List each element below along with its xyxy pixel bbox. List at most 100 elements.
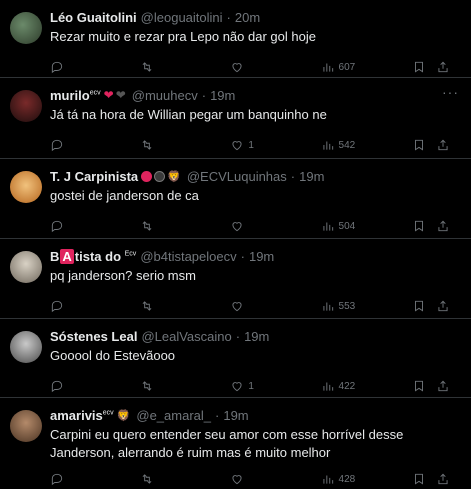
action-bar: 1 422 bbox=[50, 371, 461, 401]
heart-icon bbox=[232, 382, 242, 392]
like-button[interactable] bbox=[230, 219, 320, 233]
author-name[interactable]: Sóstenes Leal bbox=[50, 329, 137, 344]
bookmark-icon bbox=[414, 61, 423, 73]
retweet-button[interactable] bbox=[140, 299, 230, 313]
views-button[interactable]: 553 bbox=[321, 299, 412, 313]
retweet-button[interactable] bbox=[140, 379, 230, 393]
author-name[interactable]: Léo Guaitolini bbox=[50, 10, 137, 25]
share-button[interactable] bbox=[436, 60, 461, 74]
bookmark-button[interactable] bbox=[412, 60, 437, 74]
lion-icon: 🦁 bbox=[167, 170, 181, 183]
tweet[interactable]: Sóstenes Leal @LealVascaino · 19m Gooool… bbox=[0, 319, 471, 398]
author-handle[interactable]: @LealVascaino bbox=[141, 329, 231, 344]
action-bar: 504 bbox=[50, 211, 461, 241]
reply-button[interactable] bbox=[50, 379, 140, 393]
author-handle[interactable]: @ECVLuquinhas bbox=[187, 169, 287, 184]
heart-icon bbox=[232, 141, 242, 151]
author-handle[interactable]: @leoguaitolini bbox=[141, 10, 223, 25]
bookmark-button[interactable] bbox=[412, 472, 437, 486]
author-name[interactable]: B Atista do Ecv bbox=[50, 248, 136, 264]
bookmark-button[interactable] bbox=[412, 138, 437, 152]
author-name[interactable]: T. J Carpinista bbox=[50, 169, 138, 184]
views-button[interactable]: 428 bbox=[321, 472, 412, 486]
author-handle[interactable]: @muuhecv bbox=[132, 88, 198, 103]
reply-button[interactable] bbox=[50, 299, 140, 313]
share-icon bbox=[438, 61, 448, 73]
tweet[interactable]: amarivisecv 🦁 @e_amaral_ · 19m Carpini e… bbox=[0, 398, 471, 489]
action-bar: 1 542 bbox=[50, 130, 461, 160]
retweet-button[interactable] bbox=[140, 60, 230, 74]
avatar[interactable] bbox=[10, 331, 42, 363]
tweet[interactable]: Léo Guaitolini @leoguaitolini · 20m Reza… bbox=[0, 0, 471, 78]
views-button[interactable]: 504 bbox=[321, 219, 412, 233]
retweet-icon bbox=[142, 381, 152, 391]
name-badges: ❤ ❤ bbox=[104, 88, 128, 102]
heart-icon bbox=[232, 302, 242, 312]
bookmark-button[interactable] bbox=[412, 379, 437, 393]
views-icon bbox=[322, 302, 333, 311]
author-name[interactable]: amarivisecv bbox=[50, 408, 114, 423]
reply-icon bbox=[51, 220, 63, 233]
views-icon bbox=[322, 222, 333, 231]
avatar[interactable] bbox=[10, 90, 42, 122]
retweet-button[interactable] bbox=[140, 219, 230, 233]
share-button[interactable] bbox=[436, 472, 461, 486]
reply-button[interactable] bbox=[50, 219, 140, 233]
avatar[interactable] bbox=[10, 12, 42, 44]
heart-icon bbox=[232, 475, 242, 485]
reply-icon bbox=[51, 473, 63, 486]
separator: · bbox=[235, 328, 241, 344]
views-button[interactable]: 422 bbox=[321, 379, 412, 393]
timestamp[interactable]: 20m bbox=[235, 10, 260, 25]
avatar[interactable] bbox=[10, 410, 42, 442]
timeline-feed: Léo Guaitolini @leoguaitolini · 20m Reza… bbox=[0, 0, 471, 489]
reply-icon bbox=[51, 139, 63, 152]
action-bar: 553 bbox=[50, 291, 461, 321]
like-button[interactable] bbox=[230, 472, 320, 486]
retweet-button[interactable] bbox=[140, 138, 230, 152]
like-button[interactable]: 1 bbox=[230, 138, 320, 152]
views-button[interactable]: 542 bbox=[321, 138, 412, 152]
avatar[interactable] bbox=[10, 251, 42, 283]
retweet-button[interactable] bbox=[140, 472, 230, 486]
author-name[interactable]: muriloecv bbox=[50, 88, 101, 103]
bookmark-icon bbox=[414, 473, 423, 485]
more-options-icon[interactable]: ··· bbox=[442, 84, 459, 100]
timestamp[interactable]: 19m bbox=[244, 329, 269, 344]
red-circle-icon bbox=[141, 170, 153, 182]
reply-button[interactable] bbox=[50, 60, 140, 74]
tweet[interactable]: ··· muriloecv ❤ ❤ @muuhecv · 19m Já tá n… bbox=[0, 78, 471, 159]
tweet[interactable]: T. J Carpinista 🦁 @ECVLuquinhas · 19m go… bbox=[0, 159, 471, 239]
share-button[interactable] bbox=[436, 299, 461, 313]
like-button[interactable] bbox=[230, 299, 320, 313]
reply-button[interactable] bbox=[50, 138, 140, 152]
share-button[interactable] bbox=[436, 138, 461, 152]
like-button[interactable]: 1 bbox=[230, 379, 320, 393]
reply-button[interactable] bbox=[50, 472, 140, 486]
timestamp[interactable]: 19m bbox=[299, 169, 324, 184]
tweet[interactable]: B Atista do Ecv @b4tistapeloecv · 19m pq … bbox=[0, 239, 471, 319]
views-icon bbox=[322, 475, 333, 484]
views-button[interactable]: 607 bbox=[321, 60, 412, 74]
red-heart-icon: ❤ bbox=[103, 88, 114, 102]
avatar[interactable] bbox=[10, 171, 42, 203]
author-handle[interactable]: @b4tistapeloecv bbox=[140, 249, 236, 264]
tweet-text: Rezar muito e rezar pra Lepo não dar gol… bbox=[50, 29, 316, 44]
separator: · bbox=[215, 407, 220, 423]
share-icon bbox=[438, 139, 448, 151]
like-button[interactable] bbox=[230, 60, 320, 74]
heart-icon bbox=[232, 222, 242, 232]
bookmark-button[interactable] bbox=[412, 299, 437, 313]
bookmark-button[interactable] bbox=[412, 219, 437, 233]
name-badges: 🦁 bbox=[117, 409, 133, 422]
share-icon bbox=[438, 220, 448, 232]
reply-icon bbox=[51, 380, 63, 393]
author-handle[interactable]: @e_amaral_ bbox=[136, 408, 211, 423]
share-button[interactable] bbox=[436, 219, 461, 233]
timestamp[interactable]: 19m bbox=[249, 249, 274, 264]
bookmark-icon bbox=[414, 139, 423, 151]
like-count: 1 bbox=[248, 139, 254, 151]
timestamp[interactable]: 19m bbox=[223, 408, 248, 423]
share-button[interactable] bbox=[436, 379, 461, 393]
timestamp[interactable]: 19m bbox=[210, 88, 235, 103]
